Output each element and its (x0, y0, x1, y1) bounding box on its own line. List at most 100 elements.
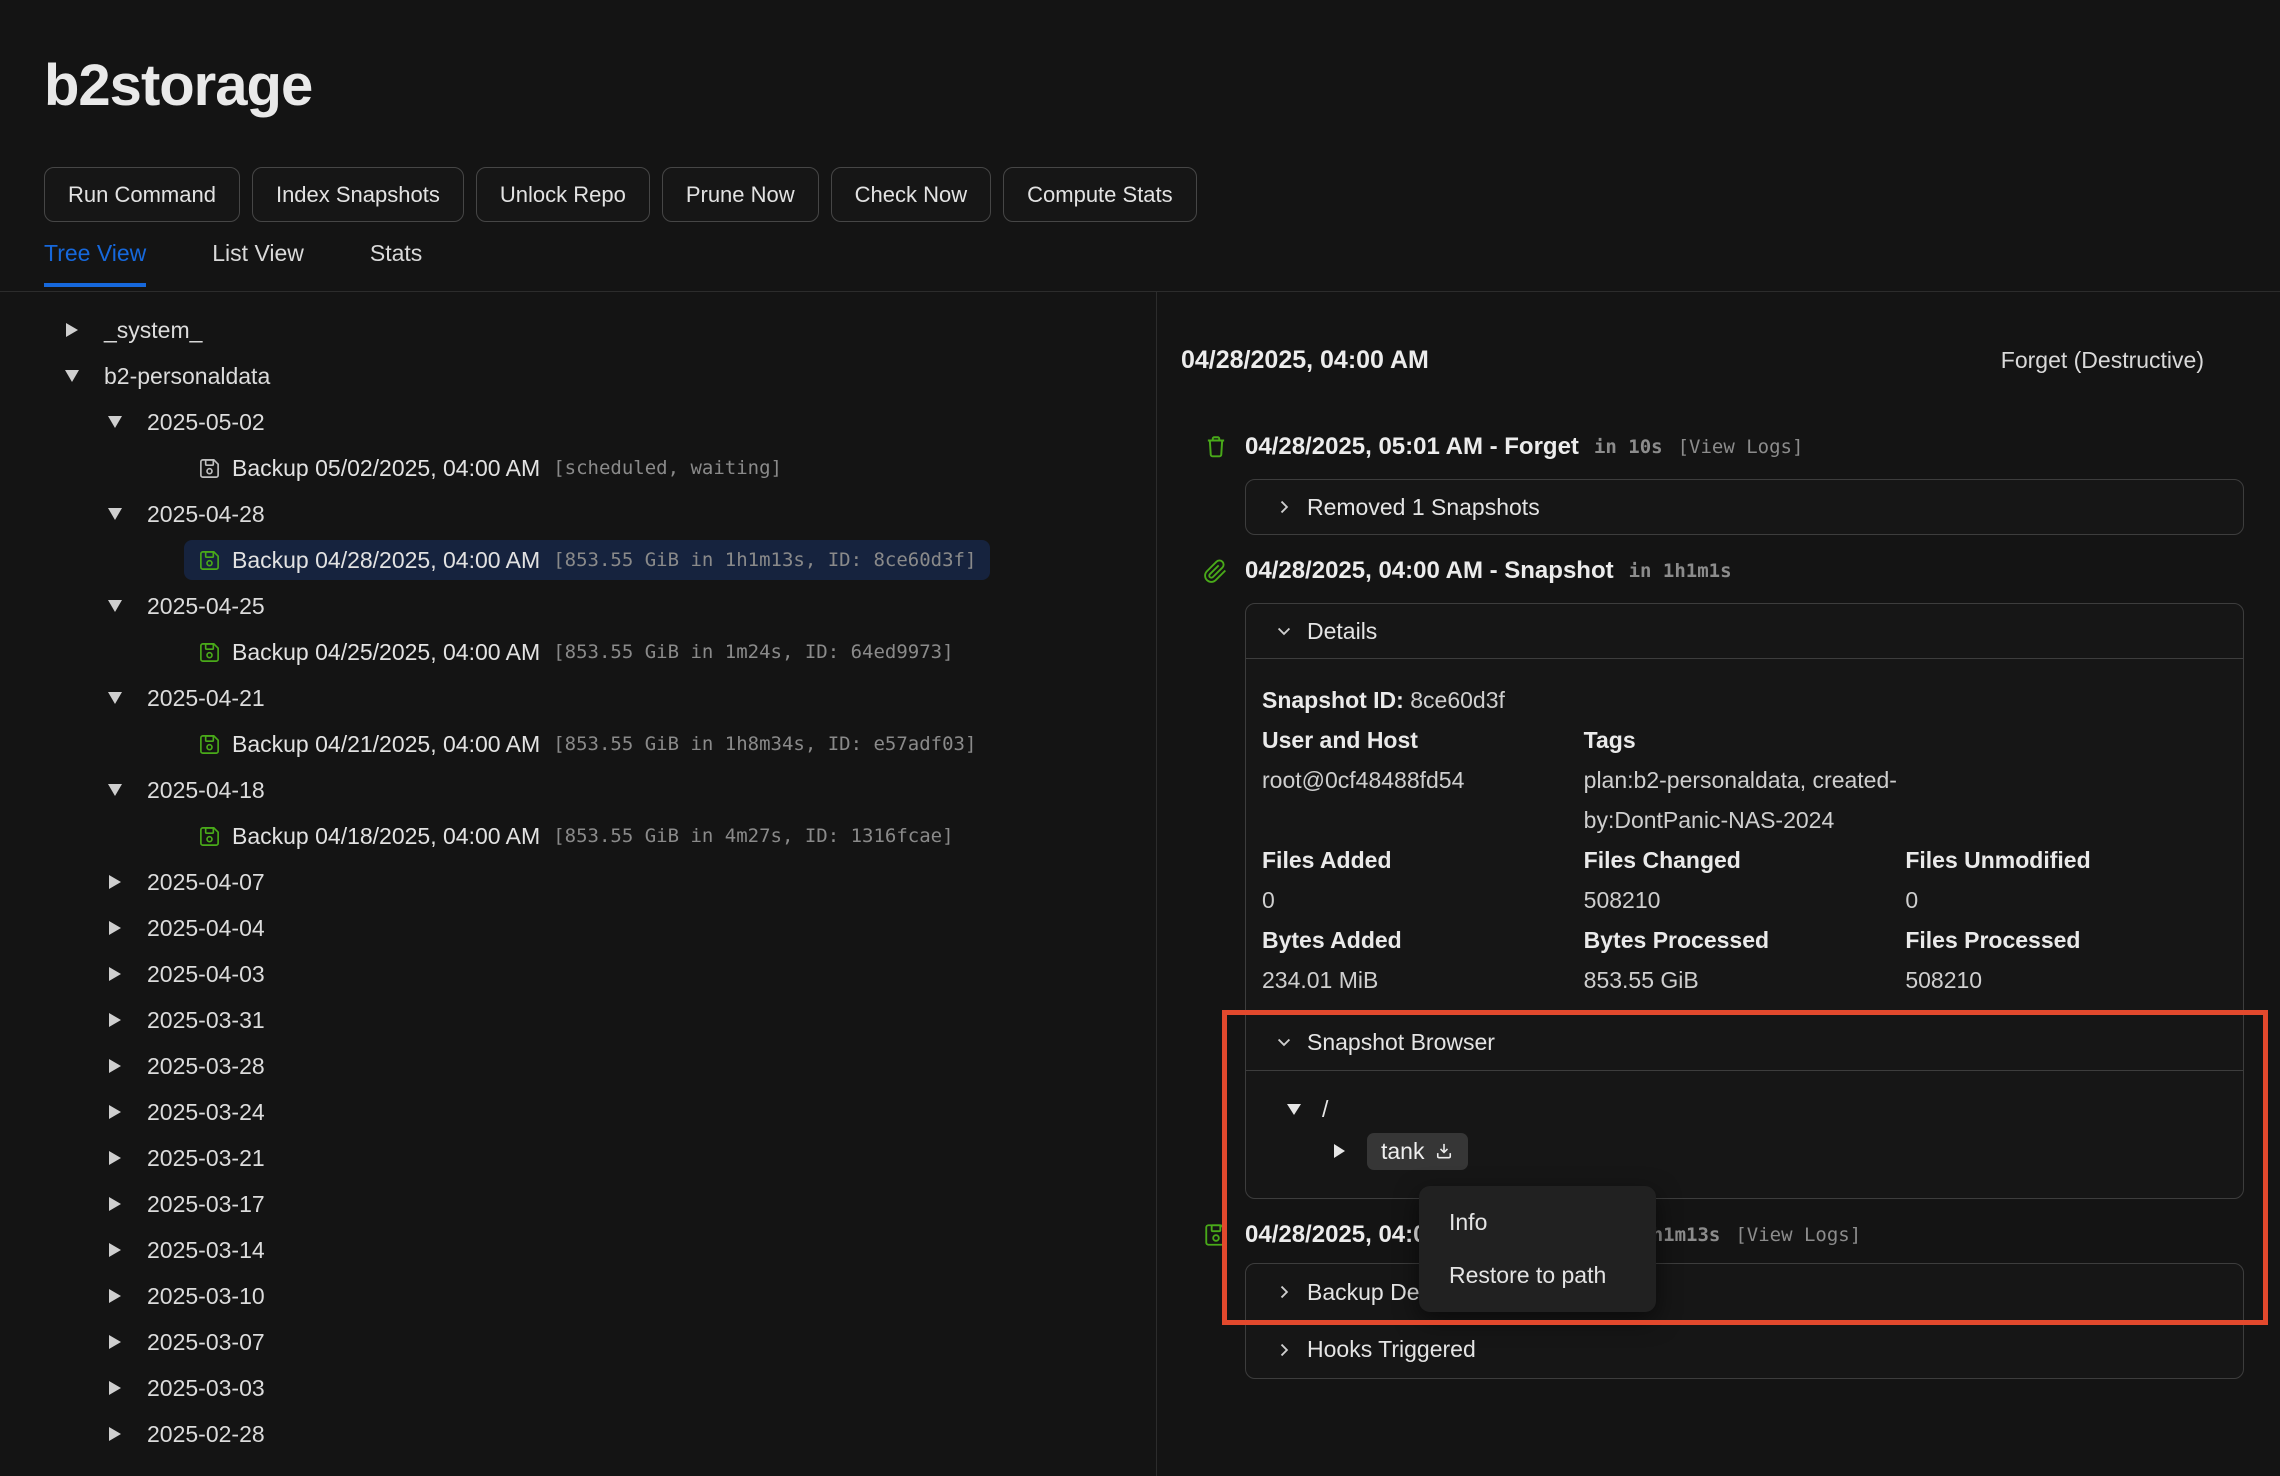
caret-right-icon[interactable] (103, 1013, 127, 1027)
snapshot-detail-panel: 04/28/2025, 04:00 AM Forget (Destructive… (1157, 292, 2280, 1476)
tree-item-backup[interactable]: Backup 04/21/2025, 04:00 AM [853.55 GiB … (0, 721, 1156, 767)
browser-root-node[interactable]: / (1282, 1089, 2243, 1129)
tree-item-plan[interactable]: b2-personaldata (0, 353, 1156, 399)
caret-right-icon[interactable] (103, 1289, 127, 1303)
removed-snapshots-collapse: Removed 1 Snapshots (1245, 479, 2244, 535)
compute-stats-button[interactable]: Compute Stats (1003, 167, 1197, 222)
snapshot-browser-tree: / tank (1246, 1071, 2243, 1198)
tree-item-date[interactable]: 2025-03-24 (0, 1089, 1156, 1135)
caret-right-icon[interactable] (103, 921, 127, 935)
caret-right-icon[interactable] (103, 1197, 127, 1211)
snapshot-browser-header[interactable]: Snapshot Browser (1246, 1014, 2243, 1070)
view-logs-link[interactable]: [View Logs] (1678, 436, 1804, 458)
tree-item-date[interactable]: 2025-03-21 (0, 1135, 1156, 1181)
details-header[interactable]: Details (1246, 604, 2243, 658)
tank-node-pill[interactable]: tank (1367, 1133, 1468, 1170)
chevron-down-icon (1274, 1032, 1294, 1052)
tree-item-date[interactable]: 2025-03-28 (0, 1043, 1156, 1089)
context-menu-info[interactable]: Info (1419, 1196, 1656, 1249)
caret-right-icon[interactable] (103, 1151, 127, 1165)
snapshot-id-value: 8ce60d3f (1410, 687, 1505, 713)
tree-item-date[interactable]: 2025-04-03 (0, 951, 1156, 997)
tree-item-date[interactable]: 2025-03-07 (0, 1319, 1156, 1365)
caret-down-icon[interactable] (103, 600, 127, 612)
caret-right-icon[interactable] (103, 1059, 127, 1073)
unlock-repo-button[interactable]: Unlock Repo (476, 167, 650, 222)
floppy-disk-icon (198, 457, 221, 480)
caret-right-icon[interactable] (103, 1105, 127, 1119)
caret-right-icon[interactable] (103, 1243, 127, 1257)
tags-value: plan:b2-personaldata, created-by:DontPan… (1584, 760, 1924, 840)
floppy-disk-icon (198, 825, 221, 848)
prune-now-button[interactable]: Prune Now (662, 167, 819, 222)
caret-right-icon[interactable] (103, 1427, 127, 1441)
tree-item-date[interactable]: 2025-04-21 (0, 675, 1156, 721)
floppy-disk-icon (1203, 1222, 1230, 1248)
detail-title: 04/28/2025, 04:00 AM (1181, 346, 1429, 375)
tab-tree-view[interactable]: Tree View (44, 240, 146, 285)
tree-item-backup-selected[interactable]: Backup 04/28/2025, 04:00 AM [853.55 GiB … (0, 537, 1156, 583)
caret-down-icon[interactable] (60, 370, 84, 382)
caret-down-icon[interactable] (1282, 1104, 1306, 1115)
index-snapshots-button[interactable]: Index Snapshots (252, 167, 464, 222)
caret-right-icon[interactable] (103, 967, 127, 981)
tree-item-backup[interactable]: Backup 05/02/2025, 04:00 AM [scheduled, … (0, 445, 1156, 491)
hooks-triggered-header[interactable]: Hooks Triggered (1246, 1321, 2243, 1378)
trash-icon (1203, 434, 1230, 460)
view-tabs: Tree View List View Stats (44, 240, 422, 285)
context-menu: Info Restore to path (1419, 1186, 1656, 1312)
page-title: b2storage (44, 52, 312, 119)
caret-right-icon[interactable] (103, 1335, 127, 1349)
tree-item-date[interactable]: 2025-04-25 (0, 583, 1156, 629)
view-logs-link[interactable]: [View Logs] (1735, 1224, 1861, 1246)
user-host-value: root@0cf48488fd54 (1262, 760, 1584, 800)
run-command-button[interactable]: Run Command (44, 167, 240, 222)
tree-item-backup[interactable]: Backup 04/25/2025, 04:00 AM [853.55 GiB … (0, 629, 1156, 675)
snapshot-details-grid: Snapshot ID: 8ce60d3f User and Host root… (1246, 659, 2243, 1013)
check-now-button[interactable]: Check Now (831, 167, 991, 222)
caret-right-icon[interactable] (103, 1381, 127, 1395)
forget-destructive-link[interactable]: Forget (Destructive) (2001, 347, 2204, 374)
caret-right-icon[interactable] (103, 875, 127, 889)
tree-item-date[interactable]: 2025-03-03 (0, 1365, 1156, 1411)
app-window: b2storage Run Command Index Snapshots Un… (0, 0, 2280, 1476)
caret-down-icon[interactable] (103, 416, 127, 428)
details-collapse: Details Snapshot ID: 8ce60d3f User and H… (1245, 603, 2244, 1199)
backup-details-header[interactable]: Backup Details (1246, 1264, 2243, 1320)
snapshot-tree: _system_ b2-personaldata 2025-05-02 Back… (0, 292, 1157, 1476)
tree-item-date[interactable]: 2025-03-10 (0, 1273, 1156, 1319)
browser-tank-node[interactable]: tank (1282, 1129, 2243, 1173)
tree-item-backup[interactable]: Backup 04/18/2025, 04:00 AM [853.55 GiB … (0, 813, 1156, 859)
event-snapshot: 04/28/2025, 04:00 AM - Snapshot in 1h1m1… (1157, 557, 2280, 585)
tree-item-system[interactable]: _system_ (0, 307, 1156, 353)
context-menu-restore[interactable]: Restore to path (1419, 1249, 1656, 1302)
tree-item-date[interactable]: 2025-02-28 (0, 1411, 1156, 1457)
caret-right-icon[interactable] (1327, 1144, 1351, 1158)
caret-right-icon[interactable] (60, 323, 84, 337)
tree-item-date[interactable]: 2025-05-02 (0, 399, 1156, 445)
tree-item-date[interactable]: 2025-03-31 (0, 997, 1156, 1043)
tree-item-date[interactable]: 2025-03-17 (0, 1181, 1156, 1227)
caret-down-icon[interactable] (103, 692, 127, 704)
toolbar: Run Command Index Snapshots Unlock Repo … (44, 167, 1197, 222)
caret-down-icon[interactable] (103, 508, 127, 520)
floppy-disk-icon (198, 549, 221, 572)
chevron-down-icon (1274, 621, 1294, 641)
tree-item-date[interactable]: 2025-03-14 (0, 1227, 1156, 1273)
removed-snapshots-header[interactable]: Removed 1 Snapshots (1246, 480, 2243, 534)
tree-item-date[interactable]: 2025-04-07 (0, 859, 1156, 905)
tree-item-date[interactable]: 2025-04-04 (0, 905, 1156, 951)
floppy-disk-icon (198, 641, 221, 664)
event-backup: 04/28/2025, 04:00 AM - Backup in 1h1m13s… (1157, 1221, 2280, 1249)
chevron-right-icon (1274, 497, 1294, 517)
chevron-right-icon (1274, 1282, 1294, 1302)
caret-down-icon[interactable] (103, 784, 127, 796)
tree-item-date[interactable]: 2025-04-18 (0, 767, 1156, 813)
tab-list-view[interactable]: List View (212, 240, 304, 285)
event-forget: 04/28/2025, 05:01 AM - Forget in 10s [Vi… (1157, 433, 2280, 461)
backup-collapse-group: Backup Details Hooks Triggered (1245, 1263, 2244, 1379)
tree-item-date[interactable]: 2025-04-28 (0, 491, 1156, 537)
tab-stats[interactable]: Stats (370, 240, 422, 285)
download-icon[interactable] (1434, 1141, 1454, 1161)
paperclip-icon (1203, 559, 1230, 584)
